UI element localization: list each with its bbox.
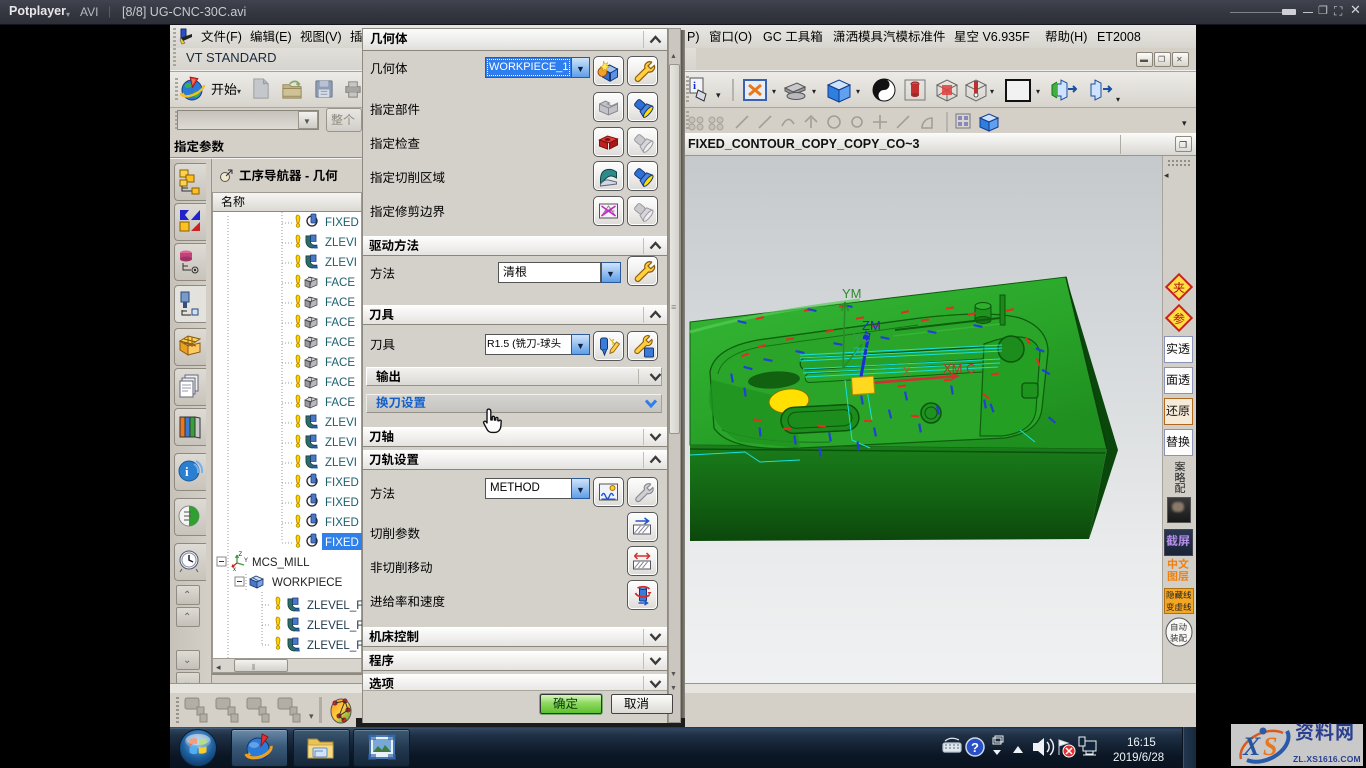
svg-text:i: i	[185, 464, 189, 479]
svg-text:▾: ▾	[990, 87, 994, 96]
svg-text:FACE: FACE	[325, 397, 355, 409]
svg-text:?: ?	[971, 740, 979, 755]
svg-text:MCS_MILL: MCS_MILL	[252, 557, 310, 569]
svg-text:ZLEVI: ZLEVI	[325, 457, 357, 469]
svg-text:S: S	[1263, 732, 1277, 761]
svg-text:ZC: ZC	[853, 345, 869, 359]
svg-text:FIXED: FIXED	[325, 517, 359, 529]
svg-text:x: x	[233, 567, 236, 573]
svg-text:FACE: FACE	[325, 277, 355, 289]
svg-text:FIXED: FIXED	[325, 217, 359, 229]
svg-text:YC: YC	[853, 331, 870, 345]
svg-text:Y: Y	[244, 558, 248, 564]
svg-text:▾: ▾	[856, 87, 860, 96]
svg-text:X: X	[1242, 732, 1261, 761]
svg-text:▾: ▾	[772, 87, 776, 96]
svg-text:i: i	[693, 80, 696, 92]
svg-text:FACE: FACE	[325, 357, 355, 369]
svg-text:▾: ▾	[1036, 87, 1040, 96]
svg-text:X: X	[903, 366, 911, 378]
svg-text:FIXED: FIXED	[325, 537, 359, 549]
svg-text:▾: ▾	[812, 87, 816, 96]
svg-text:WORKPIECE: WORKPIECE	[272, 577, 343, 589]
svg-text:YM: YM	[842, 286, 862, 301]
svg-text:FACE: FACE	[325, 337, 355, 349]
svg-text:ZLEVI: ZLEVI	[325, 257, 357, 269]
svg-text:FACE: FACE	[325, 297, 355, 309]
svg-text:ZLEVI: ZLEVI	[325, 237, 357, 249]
svg-text:FIXED: FIXED	[325, 497, 359, 509]
svg-text:XM C: XM C	[943, 361, 976, 376]
svg-text:▾: ▾	[1182, 118, 1187, 128]
svg-text:FIXED: FIXED	[325, 477, 359, 489]
svg-text:▾: ▾	[309, 711, 314, 721]
svg-text:ZLEVEL_F: ZLEVEL_F	[307, 640, 363, 652]
svg-text:ZLEVEL_F: ZLEVEL_F	[307, 620, 363, 632]
svg-text:FACE: FACE	[325, 377, 355, 389]
svg-text:FACE: FACE	[325, 317, 355, 329]
svg-text:ZLEVI: ZLEVI	[325, 417, 357, 429]
svg-text:ZLEVEL_F: ZLEVEL_F	[307, 600, 363, 612]
svg-text:▾: ▾	[716, 90, 721, 100]
svg-text:ZLEVI: ZLEVI	[325, 437, 357, 449]
svg-text:Z: Z	[239, 552, 243, 558]
svg-text:▾: ▾	[1116, 95, 1120, 104]
